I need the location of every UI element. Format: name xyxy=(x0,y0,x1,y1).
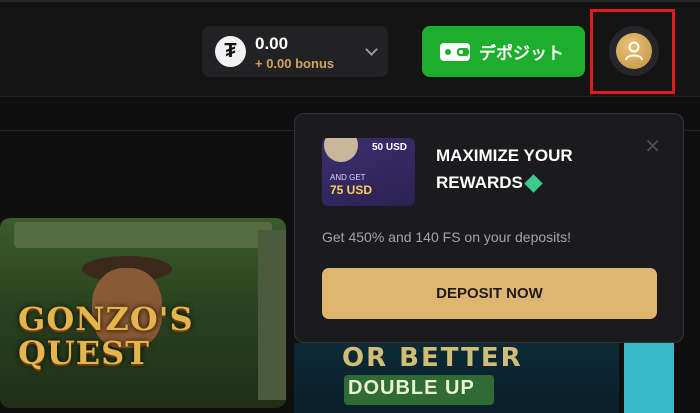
coin-icon xyxy=(324,138,358,162)
deposit-now-label: DEPOSIT NOW xyxy=(436,285,543,302)
top-header: ₮ 0.00 + 0.00 bonus デポジット xyxy=(0,0,700,97)
header-divider xyxy=(0,0,700,2)
close-icon[interactable]: ✕ xyxy=(644,134,661,159)
popup-title-line1: MAXIMIZE YOUR xyxy=(436,146,573,165)
tile-frame xyxy=(14,222,272,248)
game-title-double-up: DOUBLE UP xyxy=(348,377,475,399)
promo-image: 50 USD AND GET 75 USD xyxy=(322,138,415,206)
chevron-down-icon xyxy=(365,43,378,56)
deposit-button[interactable]: デポジット xyxy=(422,26,585,77)
promo-top-text: 50 USD xyxy=(371,142,407,153)
wallet-icon xyxy=(440,42,470,61)
deposit-now-button[interactable]: DEPOSIT NOW xyxy=(322,268,657,319)
rewards-popup: 50 USD AND GET 75 USD MAXIMIZE YOUR REWA… xyxy=(294,113,684,343)
gem-icon xyxy=(524,174,543,193)
popup-title-line2: REWARDS xyxy=(436,173,523,192)
game-tile-partial[interactable] xyxy=(624,343,674,413)
game-title-or-better: OR BETTER xyxy=(342,343,523,373)
bonus-amount: + 0.00 bonus xyxy=(255,56,335,71)
game-title-gonzos-quest: GONZO'S QUEST xyxy=(18,300,194,372)
stone-pillar xyxy=(258,230,286,400)
balance-amount: 0.00 xyxy=(255,34,289,53)
promo-and-get: AND GET xyxy=(330,173,366,182)
tether-icon: ₮ xyxy=(215,36,246,67)
deposit-button-label: デポジット xyxy=(479,44,564,63)
popup-title: MAXIMIZE YOUR REWARDS xyxy=(436,142,573,196)
game-tile-double-up[interactable]: OR BETTER DOUBLE UP xyxy=(294,343,619,413)
popup-description: Get 450% and 140 FS on your deposits! xyxy=(322,229,572,245)
highlight-box xyxy=(590,9,675,94)
balance-selector[interactable]: ₮ 0.00 + 0.00 bonus xyxy=(202,26,388,77)
promo-amount: 75 USD xyxy=(330,183,373,197)
